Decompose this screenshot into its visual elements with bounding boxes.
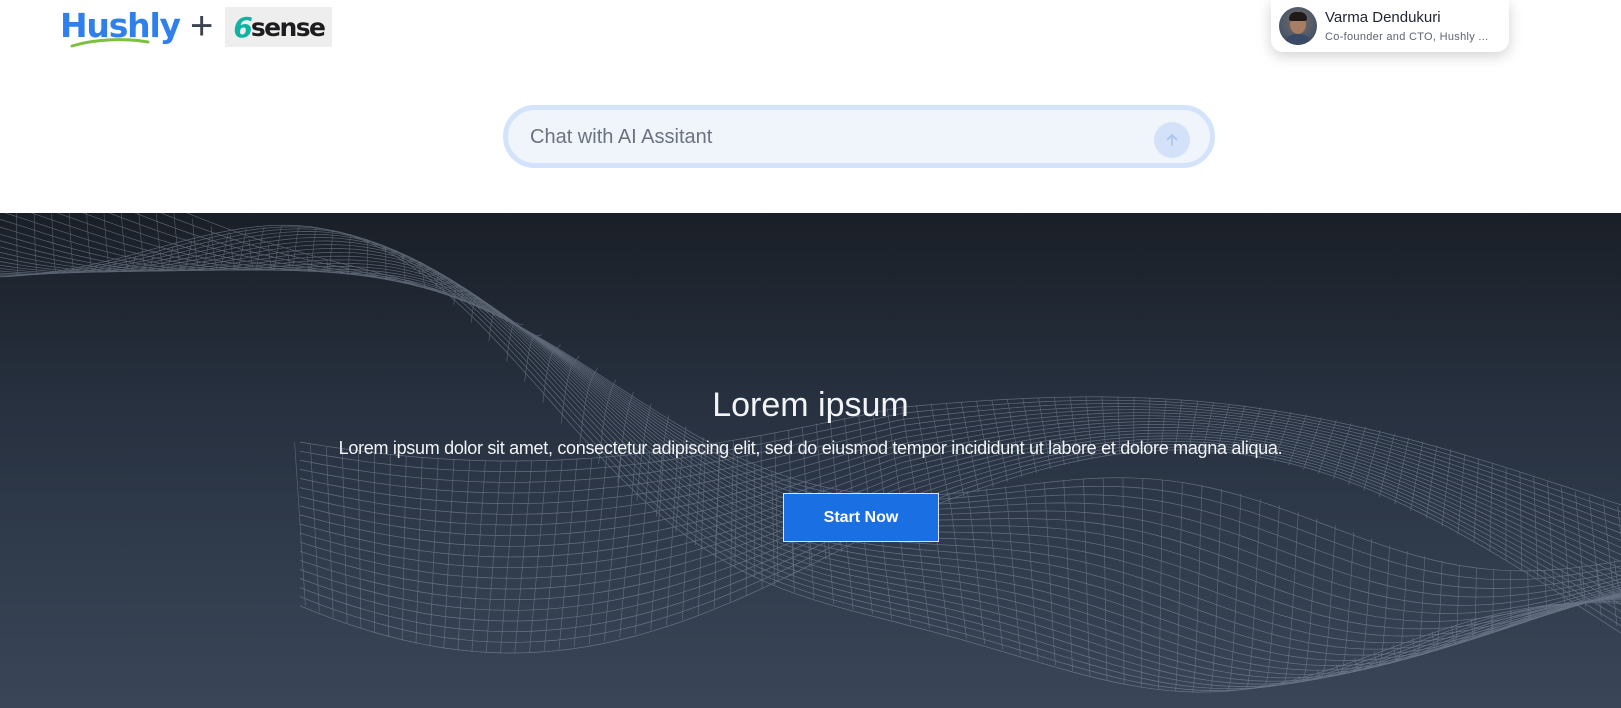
profile-card[interactable]: Varma Dendukuri Co-founder and CTO, Hush… — [1271, 0, 1509, 52]
chat-box — [503, 105, 1215, 168]
arrow-up-icon — [1166, 134, 1178, 146]
start-now-button[interactable]: Start Now — [783, 493, 939, 542]
hero-subtitle: Lorem ipsum dolor sit amet, consectetur … — [338, 438, 1283, 458]
plus-separator: + — [190, 4, 214, 48]
send-button[interactable] — [1154, 122, 1190, 158]
brand-logos: Hushly + 6 sense — [60, 4, 333, 50]
hushly-swoosh-icon — [70, 38, 150, 48]
6sense-logo[interactable]: 6 sense — [225, 7, 333, 47]
avatar — [1279, 7, 1317, 45]
profile-role: Co-founder and CTO, Hushly ... — [1325, 31, 1489, 43]
chat-input[interactable] — [528, 120, 1132, 155]
6sense-logo-mark: 6 — [233, 10, 253, 44]
profile-name: Varma Dendukuri — [1325, 9, 1441, 26]
wave-mesh-background — [0, 213, 1621, 693]
hushly-logo[interactable]: Hushly — [60, 4, 181, 50]
6sense-logo-text: sense — [250, 12, 326, 42]
site-header: Hushly + 6 sense Varma Dendukuri Co-foun… — [0, 0, 1621, 213]
hero-section: Lorem ipsum Lorem ipsum dolor sit amet, … — [0, 213, 1621, 708]
hero-title: Lorem ipsum — [712, 386, 909, 424]
